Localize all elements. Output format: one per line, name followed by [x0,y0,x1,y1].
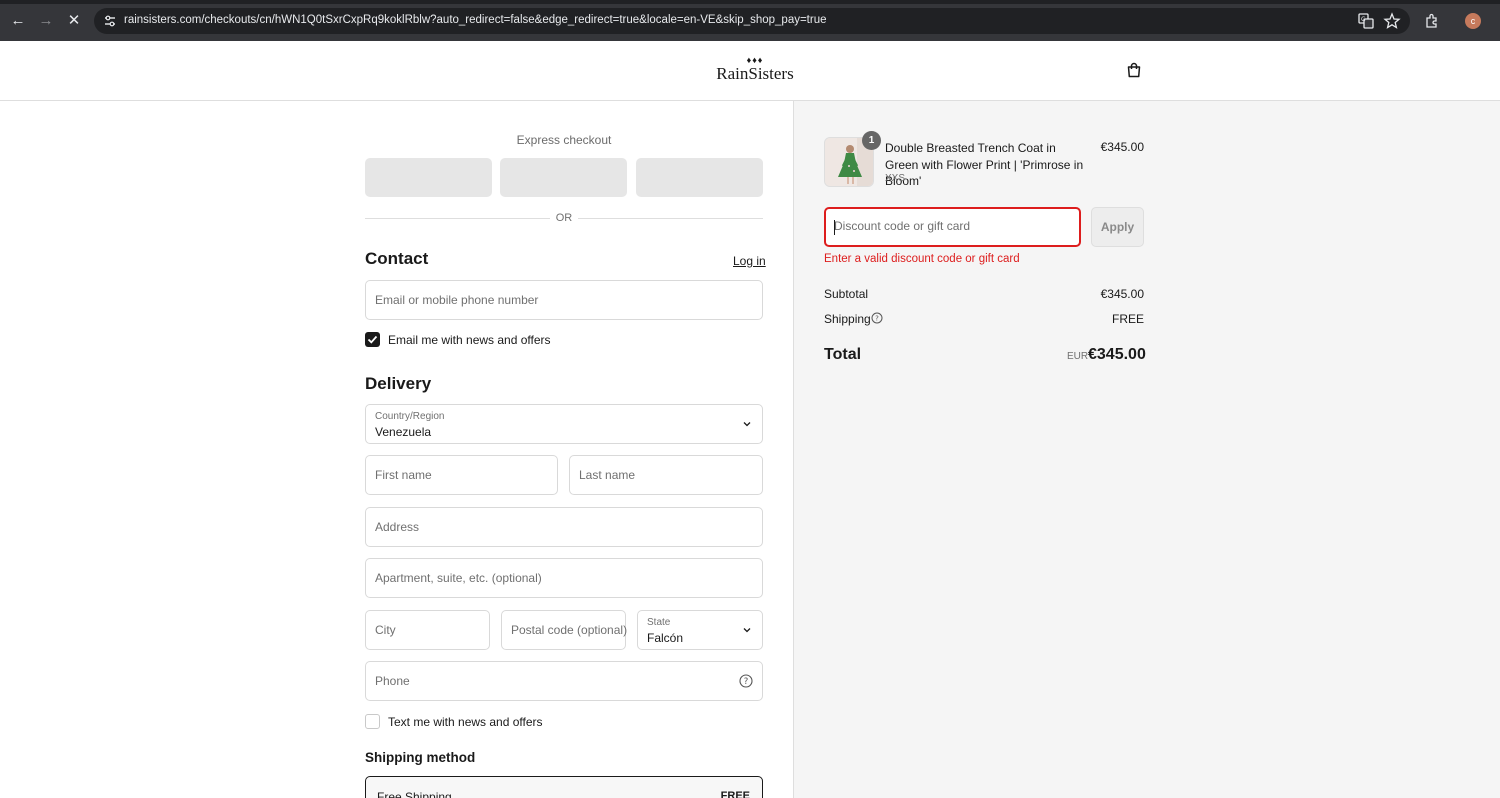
product-variant: XXS [885,173,906,184]
forward-icon[interactable]: → [36,11,56,31]
product-name: Double Breasted Trench Coat in Green wit… [885,141,1084,188]
brand-name: RainSisters [716,64,794,83]
apartment-field[interactable]: Apartment, suite, etc. (optional) [365,558,763,598]
email-field[interactable]: Email or mobile phone number [365,280,763,320]
url-text[interactable]: rainsisters.com/checkouts/cn/hWN1Q0tSxrC… [124,14,827,26]
apartment-placeholder: Apartment, suite, etc. (optional) [375,571,542,585]
svg-text:?: ? [875,315,879,323]
city-field[interactable]: City [365,610,490,650]
sms-news-label: Text me with news and offers [388,715,543,729]
postal-code-placeholder: Postal code (optional) [511,623,628,637]
brand-logo[interactable]: ♦♦♦ RainSisters [714,56,796,83]
text-cursor [834,220,835,235]
order-summary-panel [793,101,1500,798]
profile-avatar[interactable]: c [1465,13,1481,29]
svg-text:G: G [1361,16,1366,23]
subtotal-label: Subtotal [824,287,869,301]
last-name-placeholder: Last name [579,468,636,482]
chevron-down-icon [743,628,751,633]
translate-icon[interactable]: G [1357,12,1375,30]
address-field[interactable]: Address [365,507,763,547]
shipping-option-name: Free Shipping [377,790,452,798]
first-name-placeholder: First name [375,468,432,482]
product-price: €345.00 [1100,140,1144,154]
shipping-value: FREE [1111,312,1144,326]
chevron-down-icon [743,422,751,427]
express-pay-button-2[interactable] [500,158,627,197]
phone-placeholder: Phone [375,674,410,688]
city-placeholder: City [375,623,396,637]
last-name-field[interactable]: Last name [569,455,763,495]
log-in-link[interactable]: Log in [733,254,766,268]
site-info-icon[interactable] [102,13,118,29]
discount-code-input[interactable] [834,219,1064,233]
email-news-label: Email me with news and offers [388,333,551,347]
total-label: Total [824,346,862,363]
or-divider-label: OR [550,212,578,224]
express-pay-button-3[interactable] [636,158,763,197]
subtotal-value: €345.00 [1100,287,1144,301]
shopping-bag-icon[interactable] [1125,61,1143,79]
shipping-option-price: FREE [720,790,750,798]
svg-text:?: ? [744,677,749,687]
country-label: Country/Region [375,411,445,422]
express-checkout-title: Express checkout [516,133,612,147]
email-news-checkbox[interactable] [365,332,380,347]
help-circle-icon[interactable]: ? [739,674,753,688]
extensions-icon[interactable] [1423,12,1441,30]
check-icon [367,335,378,344]
tab-strip [0,0,1500,4]
first-name-field[interactable]: First name [365,455,558,495]
email-placeholder: Email or mobile phone number [375,293,539,307]
state-label: State [647,617,671,628]
address-placeholder: Address [375,520,420,534]
express-pay-button-1[interactable] [365,158,492,197]
apply-discount-button[interactable]: Apply [1091,207,1144,247]
total-value: €345.00 [1088,346,1146,363]
shipping-label: Shipping [824,312,871,326]
state-select[interactable]: State Falcón [637,610,763,650]
shipping-method-heading: Shipping method [365,750,476,765]
shipping-option[interactable]: Free Shipping FREE [365,776,763,798]
stop-loading-icon[interactable]: ✕ [64,11,84,31]
back-icon[interactable]: ← [8,11,28,31]
delivery-heading: Delivery [365,374,432,393]
discount-error-message: Enter a valid discount code or gift card [824,253,1020,265]
postal-code-field[interactable]: Postal code (optional) [501,610,628,650]
contact-heading: Contact [365,249,429,268]
state-value: Falcón [647,631,684,645]
phone-field[interactable]: Phone ? [365,661,763,701]
browser-toolbar: ← → ✕ rainsisters.com/checkouts/cn/hWN1Q… [0,0,1500,41]
bookmark-star-icon[interactable] [1383,12,1401,30]
country-value: Venezuela [375,425,432,439]
address-bar[interactable]: rainsisters.com/checkouts/cn/hWN1Q0tSxrC… [94,8,1410,34]
shipping-help-icon[interactable]: ? [871,312,883,324]
checkout-header: ♦♦♦ RainSisters [0,41,1500,101]
country-select[interactable]: Country/Region Venezuela [365,404,763,444]
sms-news-checkbox[interactable] [365,714,380,729]
quantity-badge: 1 [862,131,881,150]
discount-code-field[interactable] [824,207,1081,247]
currency-code: EUR [1067,351,1089,362]
